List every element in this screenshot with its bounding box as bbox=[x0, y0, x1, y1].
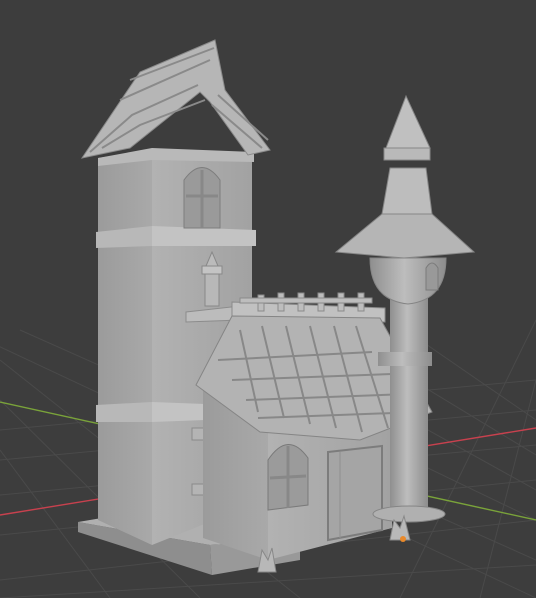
object-origin-icon bbox=[400, 536, 406, 542]
round-tower-window bbox=[425, 262, 439, 291]
3d-viewport[interactable] bbox=[0, 0, 536, 598]
house-window bbox=[267, 444, 309, 511]
house-door bbox=[327, 444, 383, 542]
house-tower-model[interactable] bbox=[0, 0, 536, 598]
tower-roof bbox=[80, 39, 271, 159]
tower-window bbox=[183, 167, 221, 229]
